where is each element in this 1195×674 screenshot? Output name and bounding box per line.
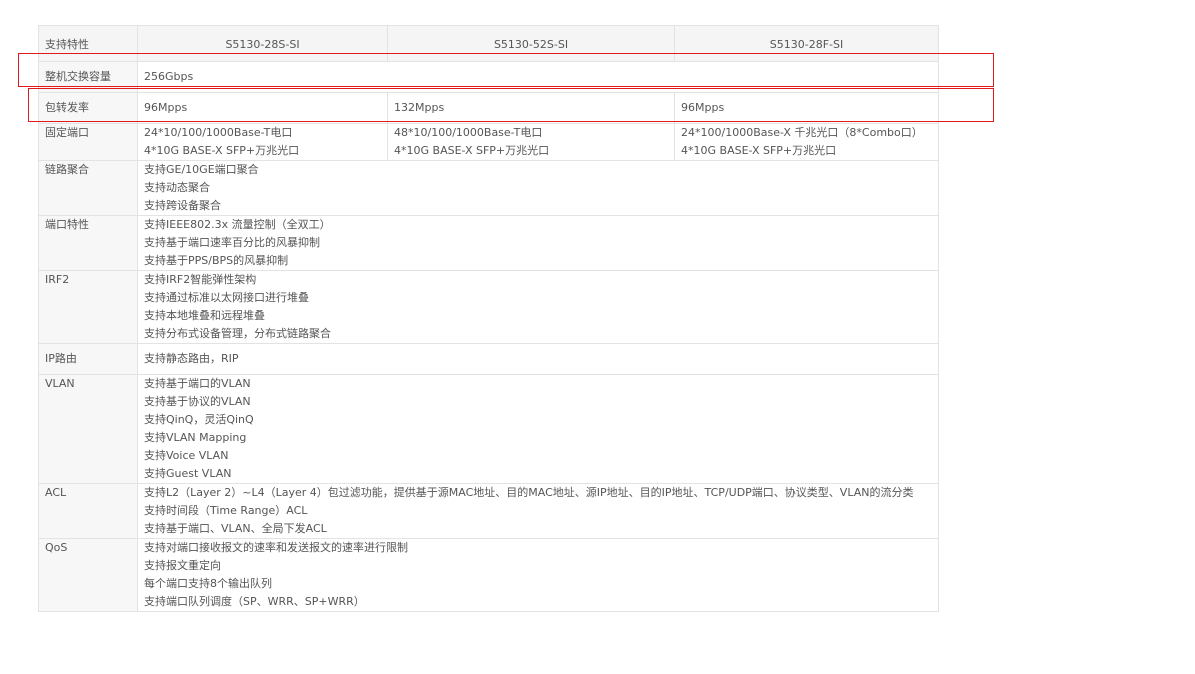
- header-model-2: S5130-52S-SI: [387, 25, 675, 62]
- row-value: 支持IRF2智能弹性架构 支持通过标准以太网接口进行堆叠 支持本地堆叠和远程堆叠…: [137, 270, 939, 344]
- row-label: ACL: [38, 483, 138, 539]
- text-line: 支持动态聚合: [144, 181, 210, 194]
- row-label: QoS: [38, 538, 138, 612]
- row-port-features: 端口特性 支持IEEE802.3x 流量控制（全双工） 支持基于端口速率百分比的…: [38, 215, 939, 271]
- row-forwarding: 包转发率 96Mpps 132Mpps 96Mpps: [38, 92, 939, 124]
- text-line: 支持端口队列调度（SP、WRR、SP+WRR）: [144, 595, 365, 608]
- row-value: 96Mpps: [674, 92, 939, 124]
- text-line: 支持报文重定向: [144, 559, 221, 572]
- row-value: 48*10/100/1000Base-T电口 4*10G BASE-X SFP+…: [387, 123, 675, 161]
- row-value: 24*100/1000Base-X 千兆光口（8*Combo口） 4*10G B…: [674, 123, 939, 161]
- row-value: 支持GE/10GE端口聚合 支持动态聚合 支持跨设备聚合: [137, 160, 939, 216]
- text-line: 4*10G BASE-X SFP+万兆光口: [394, 144, 550, 157]
- row-value: 支持对端口接收报文的速率和发送报文的速率进行限制 支持报文重定向 每个端口支持8…: [137, 538, 939, 612]
- row-vlan: VLAN 支持基于端口的VLAN 支持基于协议的VLAN 支持QinQ，灵活Qi…: [38, 374, 939, 484]
- row-label: 固定端口: [38, 123, 138, 161]
- text-line: 支持对端口接收报文的速率和发送报文的速率进行限制: [144, 541, 408, 554]
- text-line: 支持基于PPS/BPS的风暴抑制: [144, 254, 289, 267]
- text-line: 支持IRF2智能弹性架构: [144, 273, 257, 286]
- text-line: 支持Guest VLAN: [144, 467, 232, 480]
- text-line: 支持Voice VLAN: [144, 449, 229, 462]
- row-value: 96Mpps: [137, 92, 388, 124]
- row-value: 支持IEEE802.3x 流量控制（全双工） 支持基于端口速率百分比的风暴抑制 …: [137, 215, 939, 271]
- row-qos: QoS 支持对端口接收报文的速率和发送报文的速率进行限制 支持报文重定向 每个端…: [38, 538, 939, 612]
- text-line: 支持基于端口的VLAN: [144, 377, 251, 390]
- text-line: 每个端口支持8个输出队列: [144, 577, 272, 590]
- text-line: 24*100/1000Base-X 千兆光口（8*Combo口）: [681, 126, 923, 139]
- text-line: 4*10G BASE-X SFP+万兆光口: [681, 144, 837, 157]
- row-label: VLAN: [38, 374, 138, 484]
- text-line: 支持通过标准以太网接口进行堆叠: [144, 291, 309, 304]
- header-model-3: S5130-28F-SI: [674, 25, 939, 62]
- row-value: 支持静态路由，RIP: [137, 343, 939, 375]
- row-label: 包转发率: [38, 92, 138, 124]
- row-value: 132Mpps: [387, 92, 675, 124]
- header-row: 支持特性 S5130-28S-SI S5130-52S-SI S5130-28F…: [38, 25, 939, 62]
- row-value: 256Gbps: [137, 61, 939, 93]
- text-line: 支持时间段（Time Range）ACL: [144, 504, 308, 517]
- row-label: 链路聚合: [38, 160, 138, 216]
- spec-table: 支持特性 S5130-28S-SI S5130-52S-SI S5130-28F…: [38, 25, 939, 612]
- text-line: 支持跨设备聚合: [144, 199, 221, 212]
- text-line: 支持基于端口速率百分比的风暴抑制: [144, 236, 320, 249]
- row-capacity: 整机交换容量 256Gbps: [38, 61, 939, 93]
- row-ports: 固定端口 24*10/100/1000Base-T电口 4*10G BASE-X…: [38, 123, 939, 161]
- header-model-1: S5130-28S-SI: [137, 25, 388, 62]
- page: 支持特性 S5130-28S-SI S5130-52S-SI S5130-28F…: [0, 0, 1195, 674]
- row-value: 支持L2（Layer 2）~L4（Layer 4）包过滤功能，提供基于源MAC地…: [137, 483, 939, 539]
- text-line: 支持分布式设备管理，分布式链路聚合: [144, 327, 331, 340]
- text-line: 支持基于端口、VLAN、全局下发ACL: [144, 522, 327, 535]
- text-line: 支持QinQ，灵活QinQ: [144, 413, 254, 426]
- row-label: IRF2: [38, 270, 138, 344]
- text-line: 4*10G BASE-X SFP+万兆光口: [144, 144, 300, 157]
- row-label: 端口特性: [38, 215, 138, 271]
- row-aggregation: 链路聚合 支持GE/10GE端口聚合 支持动态聚合 支持跨设备聚合: [38, 160, 939, 216]
- text-line: 支持VLAN Mapping: [144, 431, 247, 444]
- row-routing: IP路由 支持静态路由，RIP: [38, 343, 939, 375]
- row-label: IP路由: [38, 343, 138, 375]
- header-feature: 支持特性: [38, 25, 138, 62]
- text-line: 支持基于协议的VLAN: [144, 395, 251, 408]
- text-line: 支持GE/10GE端口聚合: [144, 163, 259, 176]
- row-value: 24*10/100/1000Base-T电口 4*10G BASE-X SFP+…: [137, 123, 388, 161]
- text-line: 24*10/100/1000Base-T电口: [144, 126, 293, 139]
- row-value: 支持基于端口的VLAN 支持基于协议的VLAN 支持QinQ，灵活QinQ 支持…: [137, 374, 939, 484]
- row-irf2: IRF2 支持IRF2智能弹性架构 支持通过标准以太网接口进行堆叠 支持本地堆叠…: [38, 270, 939, 344]
- text-line: 支持IEEE802.3x 流量控制（全双工）: [144, 218, 331, 231]
- text-line: 支持L2（Layer 2）~L4（Layer 4）包过滤功能，提供基于源MAC地…: [144, 486, 914, 499]
- text-line: 48*10/100/1000Base-T电口: [394, 126, 543, 139]
- text-line: 支持本地堆叠和远程堆叠: [144, 309, 265, 322]
- row-label: 整机交换容量: [38, 61, 138, 93]
- row-acl: ACL 支持L2（Layer 2）~L4（Layer 4）包过滤功能，提供基于源…: [38, 483, 939, 539]
